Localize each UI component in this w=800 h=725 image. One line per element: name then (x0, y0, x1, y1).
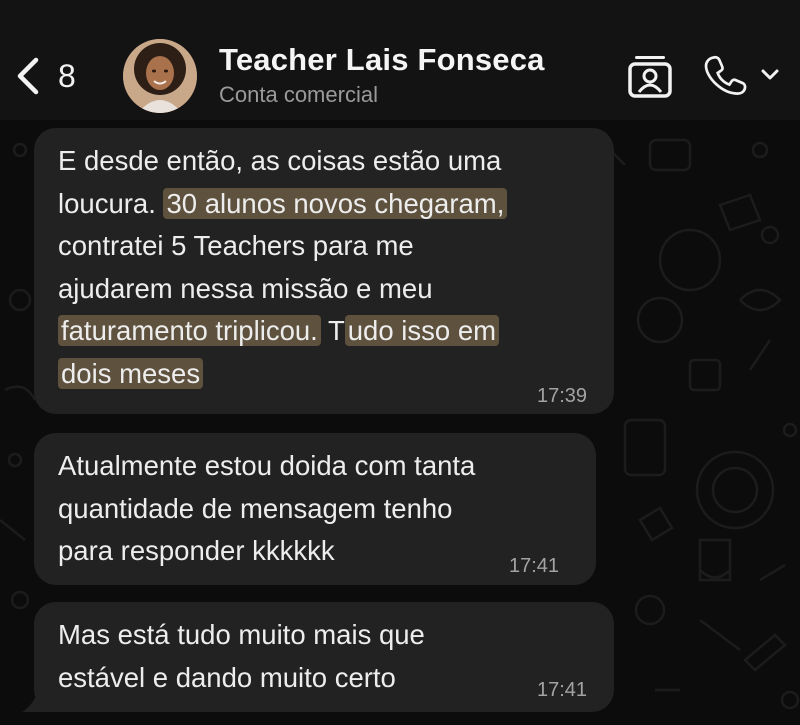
message-line: dois meses (58, 353, 507, 396)
back-button[interactable]: 8 (14, 52, 76, 100)
chevron-down-icon (761, 69, 779, 80)
avatar[interactable] (123, 39, 197, 113)
chat-header: 8 Teacher Lais Fonseca Conta comercial (0, 0, 800, 120)
contact-card-button[interactable] (626, 52, 674, 100)
message-line: Mas está tudo muito mais que (58, 619, 425, 650)
phone-icon (704, 55, 747, 95)
message-bubble[interactable]: Atualmente estou doida com tanta quantid… (34, 433, 596, 585)
contact-subtitle: Conta comercial (219, 82, 378, 107)
contact-name[interactable]: Teacher Lais Fonseca (219, 42, 545, 78)
message-line: quantidade de mensagem tenho (58, 492, 453, 524)
call-button[interactable] (704, 54, 784, 98)
chevron-left-icon (17, 57, 39, 95)
highlighted-text: 30 alunos novos chegaram, (163, 187, 508, 219)
chat-screen: 8 Teacher Lais Fonseca Conta comercial E… (0, 0, 800, 725)
message-line: ajudarem nessa missão e meu (58, 272, 433, 304)
message-text: Atualmente estou doida com tanta quantid… (58, 445, 475, 573)
message-timestamp: 17:41 (537, 679, 588, 701)
message-line: contratei 5 Teachers para me (58, 230, 414, 261)
message-bubble[interactable]: E desde então, as coisas estão uma loucu… (34, 128, 614, 414)
highlighted-text: udo isso em (344, 315, 500, 346)
message-line: estável e dando muito certo (58, 661, 396, 693)
message-timestamp: 17:41 (509, 555, 560, 577)
message-line: faturamento triplicou. Tudo isso em (58, 310, 507, 353)
message-line: E desde então, as coisas estão uma (58, 145, 502, 176)
message-line: loucura. 30 alunos novos chegaram, (58, 183, 508, 226)
message-line: para responder kkkkkk (58, 535, 335, 566)
highlighted-text: faturamento triplicou. (58, 315, 321, 346)
message-text: Mas está tudo muito mais que estável e d… (58, 614, 425, 699)
unread-count: 8 (58, 57, 76, 94)
contact-card-icon (628, 56, 672, 98)
message-bubble[interactable]: Mas está tudo muito mais que estável e d… (34, 602, 614, 712)
highlighted-text: dois meses (58, 357, 204, 389)
message-text: E desde então, as coisas estão uma loucu… (58, 140, 508, 396)
message-timestamp: 17:39 (537, 385, 588, 407)
message-line: Atualmente estou doida com tanta (58, 450, 476, 481)
avatar-portrait (123, 39, 197, 113)
